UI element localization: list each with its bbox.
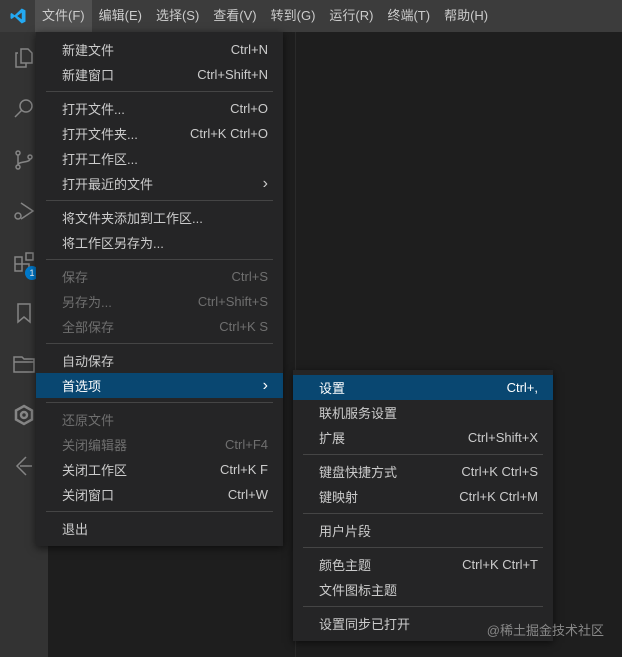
menu-item-label: 另存为... [62, 295, 112, 310]
menu-item[interactable]: 联机服务设置 [293, 400, 553, 425]
menubar-item[interactable]: 转到(G) [264, 0, 323, 32]
menu-item-label: 打开工作区... [62, 152, 138, 167]
menu-item[interactable]: 颜色主题 Ctrl+K Ctrl+T [293, 552, 553, 577]
vscode-logo-icon [0, 0, 35, 32]
menu-item-label: 关闭编辑器 [62, 438, 128, 453]
menu-item-shortcut: Ctrl+Shift+S [197, 294, 268, 309]
menu-separator [46, 91, 273, 92]
menu-item-label: 将工作区另存为... [62, 236, 164, 251]
menu-item[interactable]: 将文件夹添加到工作区... [36, 205, 283, 230]
menu-separator [46, 402, 273, 403]
menu-item[interactable]: 设置 Ctrl+, [293, 375, 553, 400]
menu-item-label: 键映射 [319, 490, 359, 505]
menu-item[interactable]: 文件图标主题 [293, 577, 553, 602]
menu-item[interactable]: 打开文件... Ctrl+O [36, 96, 283, 121]
menu-item-label: 关闭工作区 [62, 463, 128, 478]
menu-separator [46, 259, 273, 260]
menubar-item[interactable]: 运行(R) [322, 0, 380, 32]
file-menu: 新建文件 Ctrl+N 新建窗口 Ctrl+Shift+N 打开文件... Ctrl+O 打… [36, 32, 283, 546]
menu-separator [46, 343, 273, 344]
menu-item-label: 联机服务设置 [319, 406, 398, 421]
menu-separator [303, 606, 543, 607]
menubar-item[interactable]: 帮助(H) [437, 0, 495, 32]
menubar-item[interactable]: 编辑(E) [92, 0, 149, 32]
menu-item-label: 用户片段 [319, 524, 372, 539]
menu-item-label: 首选项 [62, 379, 102, 394]
menu-item-label: 自动保存 [62, 354, 115, 369]
menu-item-shortcut: Ctrl+K F [219, 462, 268, 477]
menu-item[interactable]: 将工作区另存为... [36, 230, 283, 255]
menu-item[interactable]: 退出 [36, 516, 283, 541]
menu-item-shortcut: Ctrl+K Ctrl+T [462, 557, 538, 572]
menu-item-shortcut: Ctrl+Shift+N [197, 67, 268, 82]
menu-item-shortcut: Ctrl+K Ctrl+O [189, 126, 268, 141]
menu-item[interactable]: 全部保存 Ctrl+K S [36, 314, 283, 339]
menu-item-label: 全部保存 [62, 320, 115, 335]
menu-item[interactable]: 另存为... Ctrl+Shift+S [36, 289, 283, 314]
menu-item[interactable]: 关闭窗口 Ctrl+W [36, 482, 283, 507]
menu-item-shortcut: Ctrl+, [506, 380, 538, 395]
menu-item-label: 打开最近的文件 [62, 177, 154, 192]
menu-item-shortcut: Ctrl+S [231, 269, 268, 284]
menu-item[interactable]: 打开最近的文件 › [36, 171, 283, 196]
menu-item[interactable]: 关闭工作区 Ctrl+K F [36, 457, 283, 482]
menu-separator [303, 513, 543, 514]
menu-item-shortcut: Ctrl+K Ctrl+S [461, 464, 538, 479]
menu-item-label: 关闭窗口 [62, 488, 115, 503]
menu-item-shortcut: Ctrl+K S [219, 319, 268, 334]
menu-item[interactable]: 用户片段 [293, 518, 553, 543]
menu-bar: 文件(F) 编辑(E) 选择(S) 查看(V) 转到(G) 运行(R) 终端(T) 帮助(H) [0, 0, 622, 32]
chevron-right-icon: › [262, 174, 268, 192]
menu-item-shortcut: Ctrl+Shift+X [467, 430, 538, 445]
menu-item[interactable]: 键盘快捷方式 Ctrl+K Ctrl+S [293, 459, 553, 484]
menu-item[interactable]: 关闭编辑器 Ctrl+F4 [36, 432, 283, 457]
menu-item-label: 文件图标主题 [319, 583, 398, 598]
menu-item[interactable]: 首选项 › [36, 373, 283, 398]
menu-item-shortcut: Ctrl+O [230, 101, 268, 116]
menu-item-label: 键盘快捷方式 [319, 465, 398, 480]
menu-item-label: 新建窗口 [62, 68, 115, 83]
menu-item-label: 打开文件... [62, 102, 125, 117]
menu-item[interactable]: 自动保存 [36, 348, 283, 373]
menu-item-label: 新建文件 [62, 43, 115, 58]
menu-item[interactable]: 打开工作区... [36, 146, 283, 171]
menu-item-label: 设置 [319, 381, 346, 396]
menu-item-shortcut: Ctrl+N [230, 42, 268, 57]
watermark: @稀土掘金技术社区 [486, 623, 604, 638]
menubar-item[interactable]: 文件(F) [35, 0, 92, 32]
preferences-submenu: 设置 Ctrl+, 联机服务设置 扩展 Ctrl+Shift+X 键盘快捷方式 Ctrl+K… [293, 370, 553, 641]
menu-item-label: 退出 [62, 522, 89, 537]
menu-item-label: 扩展 [319, 431, 346, 446]
menu-separator [46, 511, 273, 512]
menu-item-label: 还原文件 [62, 413, 115, 428]
menu-item[interactable]: 还原文件 [36, 407, 283, 432]
menu-item[interactable]: 新建窗口 Ctrl+Shift+N [36, 62, 283, 87]
menu-item-shortcut: Ctrl+W [227, 487, 268, 502]
menubar-item[interactable]: 选择(S) [149, 0, 206, 32]
menu-item-label: 打开文件夹... [62, 127, 138, 142]
menu-item-label: 将文件夹添加到工作区... [62, 211, 203, 226]
menubar-item[interactable]: 查看(V) [206, 0, 263, 32]
menu-item[interactable]: 扩展 Ctrl+Shift+X [293, 425, 553, 450]
menubar-item[interactable]: 终端(T) [380, 0, 437, 32]
chevron-right-icon: › [262, 376, 268, 394]
menu-item[interactable]: 保存 Ctrl+S [36, 264, 283, 289]
menu-item-label: 颜色主题 [319, 558, 372, 573]
menu-item-shortcut: Ctrl+K Ctrl+M [459, 489, 538, 504]
menu-item[interactable]: 打开文件夹... Ctrl+K Ctrl+O [36, 121, 283, 146]
menu-separator [303, 454, 543, 455]
menu-item-shortcut: Ctrl+F4 [225, 437, 268, 452]
menu-separator [46, 200, 273, 201]
menu-separator [303, 547, 543, 548]
menu-item[interactable]: 新建文件 Ctrl+N [36, 37, 283, 62]
menu-item[interactable]: 键映射 Ctrl+K Ctrl+M [293, 484, 553, 509]
menu-item-label: 保存 [62, 270, 89, 285]
